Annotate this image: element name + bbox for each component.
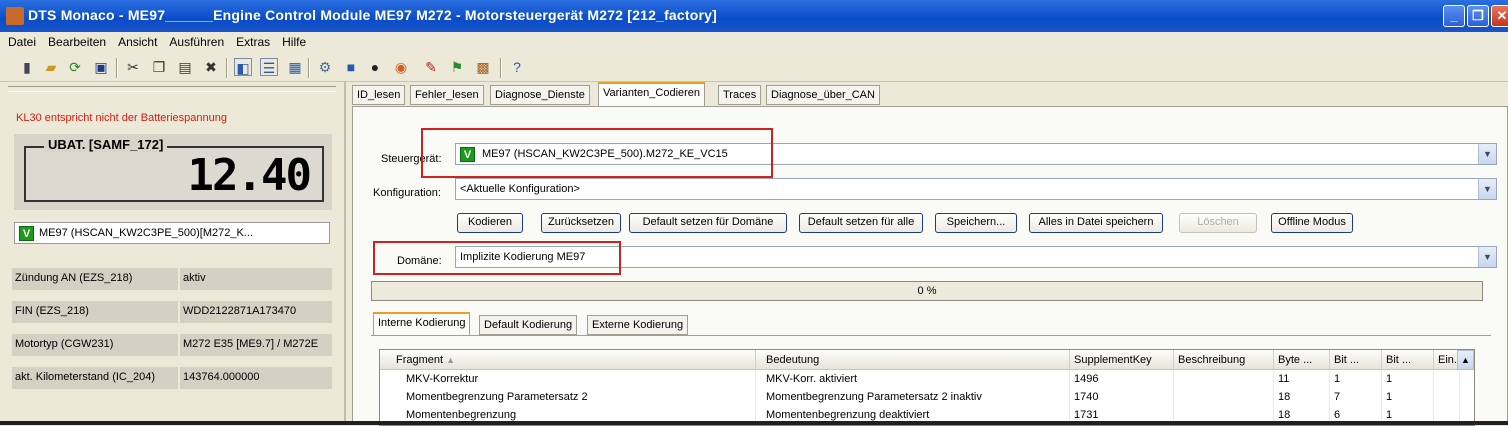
refresh-icon[interactable]: ⟳: [66, 58, 84, 76]
col-fragment[interactable]: Fragment ▲: [380, 350, 756, 370]
tab-traces[interactable]: Traces: [718, 85, 762, 105]
target-icon[interactable]: ◉: [392, 58, 410, 76]
prop-key: akt. Kilometerstand (IC_204): [12, 367, 178, 389]
copy-icon[interactable]: ❐: [150, 58, 168, 76]
konfiguration-label: Konfiguration:: [373, 187, 441, 199]
menu-bearbeiten[interactable]: Bearbeiten: [40, 32, 110, 49]
connect-icon[interactable]: ⚙: [316, 58, 334, 76]
variant-field[interactable]: V ME97 (HSCAN_KW2C3PE_500)[M272_K...: [14, 222, 330, 244]
tab-interne-kodierung[interactable]: Interne Kodierung: [373, 312, 471, 335]
chevron-down-icon[interactable]: ▼: [1478, 247, 1496, 267]
ubat-display: UBAT. [SAMF_172] 12.40: [14, 134, 332, 210]
default-alle-button[interactable]: Default setzen für alle: [799, 213, 923, 233]
alles-speichern-button[interactable]: Alles in Datei speichern: [1029, 213, 1163, 233]
variant-text: ME97 (HSCAN_KW2C3PE_500)[M272_K...: [39, 227, 253, 239]
record-icon[interactable]: ●: [366, 58, 384, 76]
ubat-label: UBAT. [SAMF_172]: [44, 137, 168, 152]
prop-value: WDD2122871A173470: [180, 301, 332, 323]
layout3-icon[interactable]: ▦: [286, 58, 304, 76]
variant-status-badge: V: [19, 226, 34, 241]
new-icon[interactable]: ▮: [18, 58, 36, 76]
tool-icon[interactable]: ✎: [422, 58, 440, 76]
menu-ausfuehren[interactable]: Ausführen: [161, 32, 228, 49]
prop-row: Zündung AN (EZS_218) aktiv: [12, 268, 332, 290]
paste-icon[interactable]: ▤: [176, 58, 194, 76]
help-icon[interactable]: ?: [508, 58, 526, 76]
window-title: DTS Monaco - ME97______Engine Control Mo…: [28, 7, 718, 23]
menu-bar: Datei Bearbeiten Ansicht Ausführen Extras Hil…: [0, 32, 1508, 52]
tab-varianten-codieren[interactable]: Varianten_Codieren: [598, 82, 706, 106]
battery-warning: KL30 entspricht nicht der Batteriespannu…: [16, 112, 227, 124]
tab-default-kodierung[interactable]: Default Kodierung: [479, 315, 578, 335]
prop-key: Zündung AN (EZS_218): [12, 268, 178, 290]
tab-id-lesen[interactable]: ID_lesen: [352, 85, 406, 105]
chevron-down-icon[interactable]: ▼: [1478, 144, 1496, 164]
stop-icon[interactable]: ■: [342, 58, 360, 76]
tab-fehler-lesen[interactable]: Fehler_lesen: [410, 85, 484, 105]
col-bedeutung[interactable]: Bedeutung: [756, 350, 1070, 370]
progress-bar: 0 %: [371, 281, 1483, 301]
tab-diagnose-dienste[interactable]: Diagnose_Dienste: [490, 85, 590, 105]
prop-value: M272 E35 [ME9.7] / M272E: [180, 334, 332, 356]
col-beschreibung[interactable]: Beschreibung: [1174, 350, 1274, 370]
highlight-steuergeraet: [421, 128, 773, 178]
ubat-value: 12.40: [187, 150, 312, 201]
splitter[interactable]: [8, 86, 336, 92]
save-icon[interactable]: ▣: [92, 58, 110, 76]
layout1-icon[interactable]: ◧: [234, 58, 252, 76]
highlight-domaene: [373, 241, 621, 275]
offline-modus-button[interactable]: Offline Modus: [1271, 213, 1353, 233]
kodieren-button[interactable]: Kodieren: [457, 213, 523, 233]
cut-icon[interactable]: ✂: [124, 58, 142, 76]
ecu-icon[interactable]: ▩: [474, 58, 492, 76]
speichern-button[interactable]: Speichern...: [935, 213, 1017, 233]
prop-row: Motortyp (CGW231) M272 E35 [ME9.7] / M27…: [12, 334, 332, 356]
open-icon[interactable]: ▰: [42, 58, 60, 76]
bottom-edge: [0, 421, 1508, 425]
menu-hilfe[interactable]: Hilfe: [274, 32, 310, 49]
prop-key: FIN (EZS_218): [12, 301, 178, 323]
close-button[interactable]: ✕: [1491, 5, 1508, 27]
col-bit2[interactable]: Bit ...: [1382, 350, 1434, 370]
title-bar: DTS Monaco - ME97______Engine Control Mo…: [0, 0, 1508, 32]
prop-row: FIN (EZS_218) WDD2122871A173470: [12, 301, 332, 323]
coding-grid: Fragment ▲ Bedeutung SupplementKey Besch…: [379, 349, 1475, 426]
col-byte[interactable]: Byte ...: [1274, 350, 1330, 370]
prop-value: aktiv: [180, 268, 332, 290]
scroll-up-icon[interactable]: ▲: [1457, 350, 1474, 370]
menu-ansicht[interactable]: Ansicht: [110, 32, 161, 49]
varianten-codieren-panel: Steuergerät: V ME97 (HSCAN_KW2C3PE_500).…: [352, 106, 1508, 426]
sort-asc-icon: ▲: [446, 355, 456, 365]
delete-icon[interactable]: ✖: [202, 58, 220, 76]
prop-row: akt. Kilometerstand (IC_204) 143764.0000…: [12, 367, 332, 389]
layout2-icon[interactable]: ☰: [260, 58, 278, 76]
minimize-button[interactable]: _: [1443, 5, 1465, 27]
network-icon[interactable]: ⚑: [448, 58, 466, 76]
col-bit1[interactable]: Bit ...: [1330, 350, 1382, 370]
default-domaene-button[interactable]: Default setzen für Domäne: [629, 213, 787, 233]
tab-bar: ID_lesen Fehler_lesen Diagnose_Dienste V…: [348, 82, 1508, 106]
menu-extras[interactable]: Extras: [228, 32, 274, 49]
tab-externe-kodierung[interactable]: Externe Kodierung: [587, 315, 689, 335]
zuruecksetzen-button[interactable]: Zurücksetzen: [541, 213, 621, 233]
left-panel: KL30 entspricht nicht der Batteriespannu…: [0, 82, 346, 425]
prop-key: Motortyp (CGW231): [12, 334, 178, 356]
konfiguration-select[interactable]: <Aktuelle Konfiguration> ▼: [455, 178, 1497, 200]
chevron-down-icon[interactable]: ▼: [1478, 179, 1496, 199]
menu-datei[interactable]: Datei: [0, 32, 40, 49]
prop-value: 143764.000000: [180, 367, 332, 389]
col-supplementkey[interactable]: SupplementKey: [1070, 350, 1174, 370]
restore-button[interactable]: ❐: [1467, 5, 1489, 27]
konfiguration-value: <Aktuelle Konfiguration>: [460, 183, 580, 195]
loeschen-button[interactable]: Löschen: [1179, 213, 1257, 233]
app-icon: [6, 7, 24, 25]
toolbar: ▮ ▰ ⟳ ▣ ✂ ❐ ▤ ✖ ◧ ☰ ▦ ⚙ ■ ● ◉ ✎ ⚑ ▩ ?: [0, 52, 1508, 82]
tab-diagnose-ueber-can[interactable]: Diagnose_über_CAN: [766, 85, 880, 105]
